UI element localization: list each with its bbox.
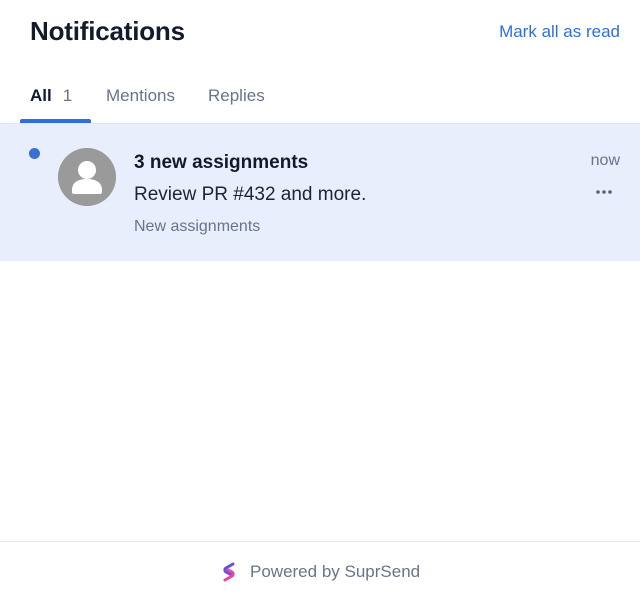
page-title: Notifications [30,16,185,46]
unread-indicator [29,148,40,159]
tab-replies[interactable]: Replies [208,86,265,124]
tab-bar: All 1 Mentions Replies [0,80,640,124]
tab-all-count: 1 [62,86,73,105]
notification-title: 3 new assignments [134,152,309,173]
notification-time: now [590,152,620,169]
tab-replies-label: Replies [208,86,265,105]
suprsend-logo-icon [223,562,235,582]
mark-all-read-button[interactable]: Mark all as read [499,22,620,42]
notification-body: Review PR #432 and more. [134,184,367,205]
tab-mentions-label: Mentions [106,86,175,105]
tab-mentions[interactable]: Mentions [106,86,175,124]
powered-by-link[interactable]: Powered by SuprSend [222,561,420,583]
footer: Powered by SuprSend [0,542,640,601]
panel-header: Notifications Mark all as read [0,0,640,64]
tab-all-label: All [30,86,52,105]
notification-item[interactable]: 3 new assignments Review PR #432 and mor… [0,124,640,261]
powered-by-text: Powered by SuprSend [250,562,421,581]
more-horizontal-icon[interactable] [594,182,614,202]
notification-subtext: New assignments [134,218,261,235]
notification-panel: Notifications Mark all as read All 1 Ment… [0,0,640,601]
user-avatar-icon [58,148,116,206]
